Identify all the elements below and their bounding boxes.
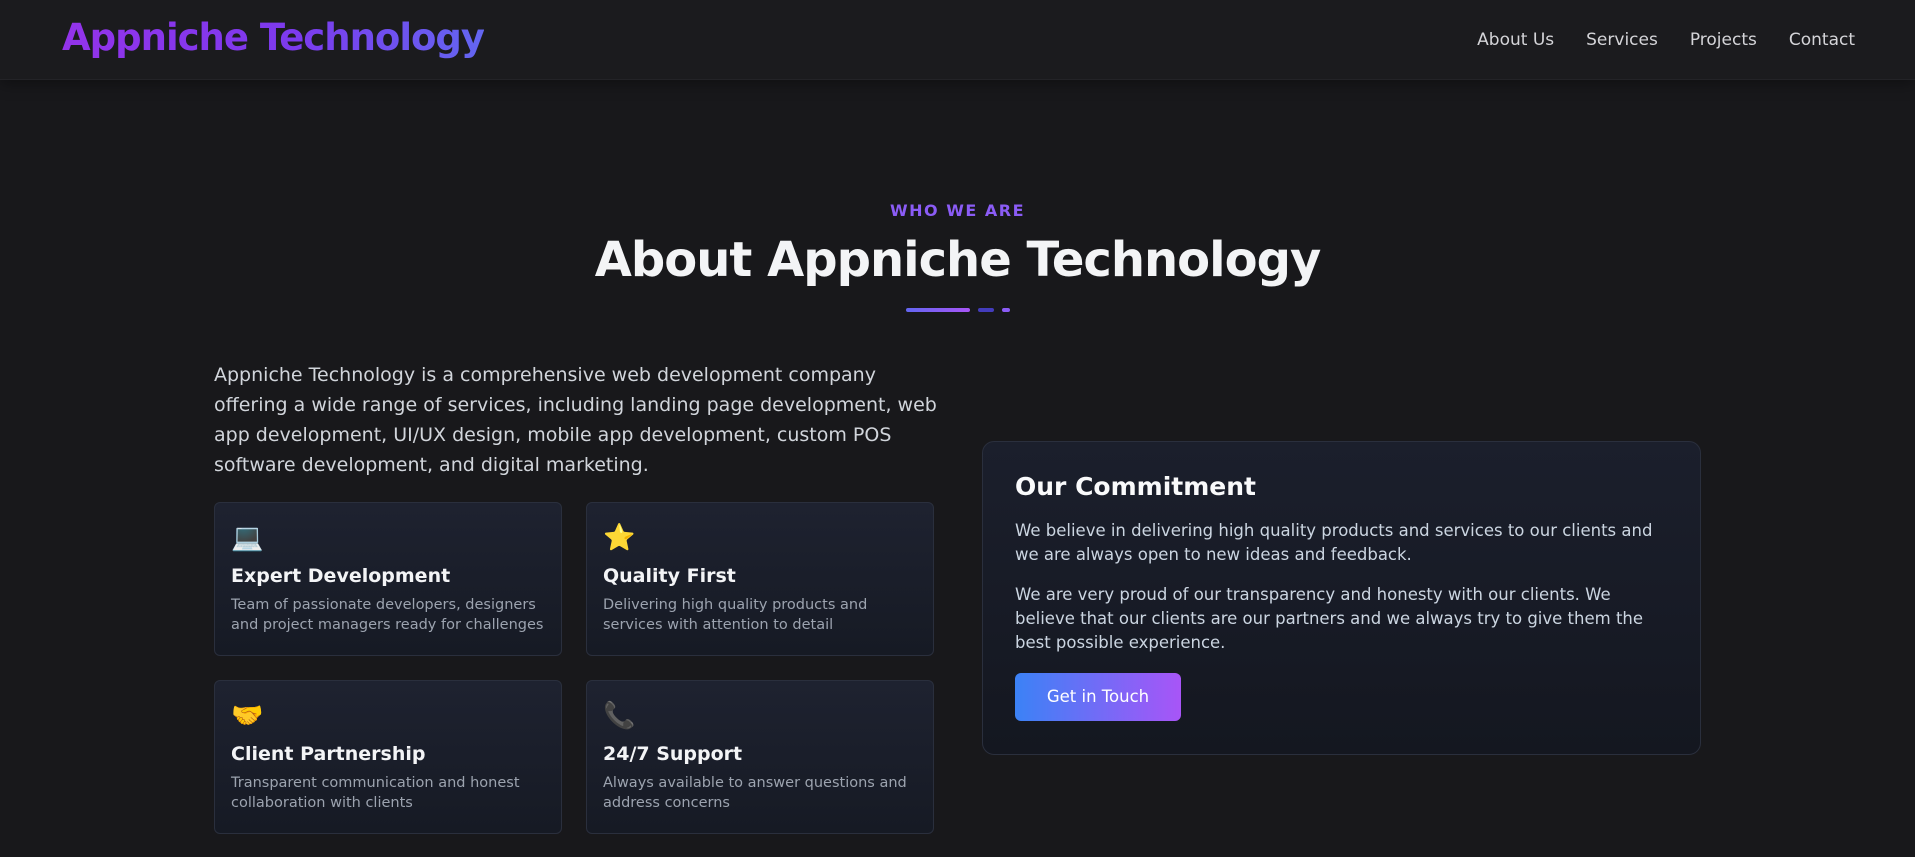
feature-title: Client Partnership (231, 743, 426, 765)
feature-card-quality-first: ⭐ Quality First Delivering high quality … (586, 502, 934, 656)
handshake-icon: 🤝 (231, 701, 264, 731)
feature-title: Expert Development (231, 565, 451, 587)
feature-card-support: 📞 24/7 Support Always available to answe… (586, 680, 934, 834)
feature-description: Transparent communication and honest col… (231, 775, 520, 811)
feature-description: Always available to answer questions and… (603, 775, 907, 811)
feature-description: Team of passionate developers, designers… (231, 597, 544, 633)
nav-link-contact[interactable]: Contact (1789, 30, 1855, 50)
feature-card-expert-development: 💻 Expert Development Team of passionate … (214, 502, 562, 656)
navbar: Appniche Technology About Us Services Pr… (0, 0, 1915, 80)
title-divider-long (906, 308, 970, 312)
section-eyebrow: WHO WE ARE (890, 201, 1025, 220)
logo[interactable]: Appniche Technology (62, 16, 485, 59)
nav-link-about-us[interactable]: About Us (1477, 30, 1554, 50)
intro-paragraph: Appniche Technology is a comprehensive w… (214, 364, 937, 476)
nav-link-services[interactable]: Services (1586, 30, 1658, 50)
get-in-touch-button[interactable]: Get in Touch (1015, 673, 1181, 721)
feature-title: Quality First (603, 565, 736, 587)
commitment-card: Our Commitment We believe in delivering … (982, 441, 1701, 755)
title-divider-medium (978, 308, 994, 312)
commitment-paragraph-2: We are very proud of our transparency an… (1015, 585, 1644, 652)
commitment-title: Our Commitment (1015, 472, 1256, 501)
title-divider-short (1002, 308, 1010, 312)
section-title: About Appniche Technology (594, 232, 1321, 288)
commitment-paragraph-1: We believe in delivering high quality pr… (1015, 521, 1653, 564)
feature-description: Delivering high quality products and ser… (603, 597, 868, 633)
laptop-icon: 💻 (231, 523, 264, 553)
phone-icon: 📞 (603, 701, 636, 731)
nav-links: About Us Services Projects Contact (1477, 30, 1855, 50)
feature-card-client-partnership: 🤝 Client Partnership Transparent communi… (214, 680, 562, 834)
feature-title: 24/7 Support (603, 743, 743, 765)
star-icon: ⭐ (603, 523, 636, 553)
nav-link-projects[interactable]: Projects (1690, 30, 1757, 50)
